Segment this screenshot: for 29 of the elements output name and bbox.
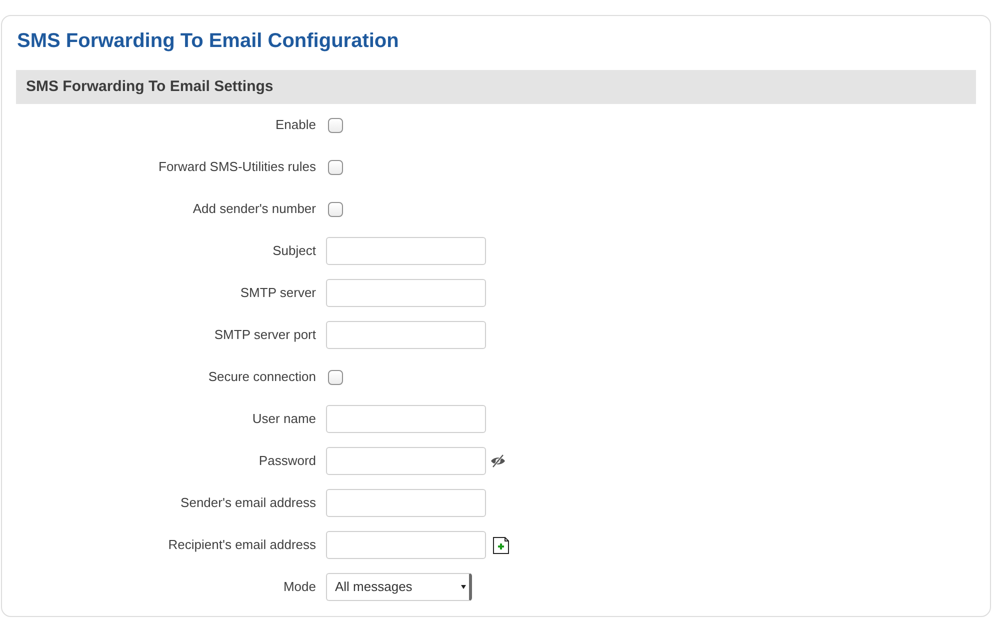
input-field[interactable] [326,405,486,433]
field-label: SMTP server port [214,326,316,344]
page-title: SMS Forwarding To Email Configuration [17,29,400,53]
field-label: Enable [276,116,316,134]
checkbox[interactable] [328,202,343,216]
field-label: Recipient's email address [168,536,316,554]
section-title: SMS Forwarding To Email Settings [26,76,274,97]
field-label: Password [258,452,316,470]
mode-dropdown[interactable]: All messages [326,573,472,601]
caret-icon [461,585,466,589]
field-label: Add sender's number [192,200,316,218]
field-label: Sender's email address [180,494,316,512]
checkbox[interactable] [328,118,343,132]
input-field[interactable] [326,489,486,517]
field-label: Mode [283,578,316,596]
input-field[interactable] [326,237,486,265]
input-field[interactable] [326,321,486,349]
field-label: User name [252,410,316,428]
checkbox[interactable] [328,370,343,384]
input-field[interactable] [326,279,486,307]
field-label: Subject [272,242,316,260]
add-document-icon[interactable] [493,536,509,554]
input-field[interactable] [326,447,486,475]
input-field[interactable] [326,531,486,559]
field-label: Forward SMS-Utilities rules [158,158,316,176]
field-label: SMTP server [240,284,316,302]
checkbox[interactable] [328,160,343,174]
field-label: Secure connection [208,368,316,386]
hidden-eye-icon[interactable] [490,454,506,468]
